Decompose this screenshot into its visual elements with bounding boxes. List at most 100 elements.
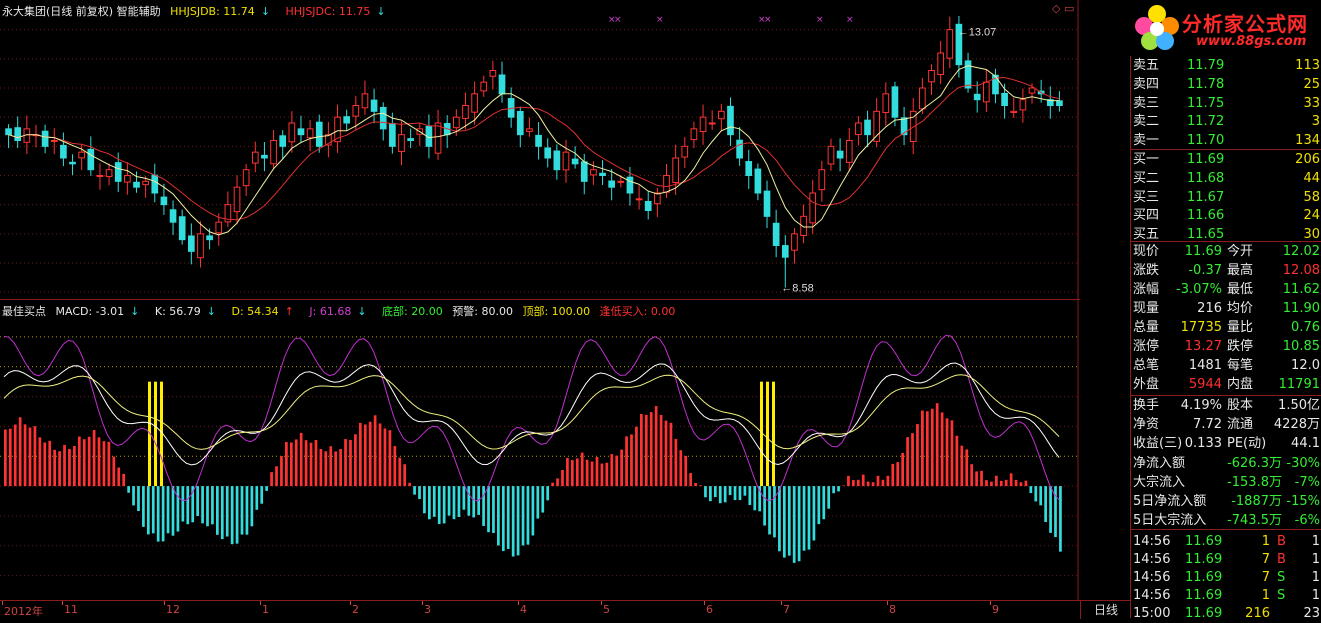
- window-control-icon[interactable]: ◇ ▭: [1052, 2, 1074, 15]
- tick-volume: 216: [1245, 606, 1270, 621]
- quote-value: 10.85: [1282, 339, 1320, 354]
- time-axis-label: 12: [166, 603, 180, 616]
- candle-body: [69, 161, 76, 165]
- order-price: 11.79: [1187, 58, 1225, 73]
- macd-bar: [896, 462, 900, 487]
- signal-marker: ×: [764, 15, 772, 25]
- time-axis-label: 7: [783, 603, 790, 616]
- macd-bar: [294, 439, 298, 487]
- candle-body: [526, 128, 533, 132]
- quote-panel: 卖五 11.79 113 卖四 11.78 25 卖三 11.75 33 卖二 11.72 3 卖一 11…: [1130, 0, 1321, 621]
- macd-bar: [763, 486, 766, 526]
- macd-bar: [1019, 482, 1023, 487]
- macd-value: MACD: -3.01 ↓: [55, 305, 140, 318]
- fund-label: PE(动): [1227, 436, 1267, 451]
- time-axis-tick: [422, 601, 423, 605]
- macd-bar: [176, 486, 180, 532]
- tick-row[interactable]: 14:56 11.69 1 S 1: [1131, 586, 1321, 605]
- candle-body: [206, 235, 213, 241]
- order-price: 11.78: [1187, 76, 1225, 92]
- indicator-chart[interactable]: 100.0080.0060.0040.0020.000.00-20.00-40.…: [0, 300, 1080, 600]
- time-axis-tick: [260, 601, 261, 605]
- candle-body: [855, 122, 862, 136]
- macd-bar: [235, 486, 239, 544]
- macd-bar: [881, 479, 885, 487]
- macd-bar: [304, 440, 308, 487]
- macd-bar: [196, 486, 199, 516]
- order-price: 11.66: [1187, 208, 1225, 224]
- macd-bar: [467, 486, 471, 516]
- macd-bar: [950, 420, 954, 487]
- macd-bar: [309, 442, 313, 487]
- tick-time: 14:56: [1133, 588, 1171, 603]
- quote-value: 12.08: [1282, 263, 1320, 278]
- price-chart-header: 永大集团(日线 前复权) 智能辅助 HHJSJDB: 11.74 ↓ HHJSJD…: [2, 3, 398, 19]
- candle-body: [197, 233, 204, 259]
- candle-body: [516, 110, 524, 136]
- warn-level: 预警: 80.00: [452, 305, 513, 318]
- flower-logo-icon: [1135, 5, 1179, 50]
- candle-body: [809, 192, 817, 224]
- fund-value: 4.19%: [1180, 398, 1222, 413]
- time-axis-label: 1: [262, 603, 269, 616]
- candle-body: [361, 93, 369, 109]
- macd-bar: [940, 412, 944, 487]
- candle-body: [87, 148, 95, 171]
- price-chart[interactable]: 13.0012.5012.0011.5011.0010.5010.009.509…: [0, 0, 1080, 300]
- tick-price: 11.69: [1185, 534, 1223, 549]
- candle-body: [452, 116, 460, 129]
- tick-side: B: [1277, 534, 1286, 549]
- macd-bar: [802, 486, 806, 551]
- period-tab-daily[interactable]: 日线: [1080, 600, 1131, 619]
- macd-bar: [1054, 486, 1057, 538]
- candle-body: [763, 190, 771, 217]
- macd-bar: [551, 482, 554, 487]
- macd-bar: [211, 486, 214, 525]
- bid-row: 买三 11.67 58: [1131, 188, 1321, 207]
- macd-bar: [965, 449, 969, 487]
- candle-body: [352, 105, 360, 117]
- quote-value: 11.90: [1282, 301, 1320, 316]
- candle-body: [964, 60, 972, 89]
- candle-body: [982, 81, 990, 103]
- logo-url[interactable]: www.88gs.com: [1196, 34, 1306, 49]
- macd-bar: [970, 464, 974, 487]
- macd-bar: [723, 486, 727, 503]
- tick-count: 1: [1311, 534, 1320, 549]
- quote-row: 现价 11.69 今开 12.02: [1131, 242, 1321, 261]
- tick-row[interactable]: 15:00 11.69 216 23: [1131, 604, 1321, 623]
- fund-value: 7.72: [1193, 417, 1222, 432]
- macd-bar: [1024, 480, 1028, 487]
- macd-bar: [630, 434, 633, 487]
- macd-bar: [452, 486, 456, 520]
- tick-count: 1: [1311, 570, 1320, 585]
- tick-row[interactable]: 14:56 11.69 1 B 1: [1131, 532, 1321, 551]
- macd-bar: [921, 410, 924, 487]
- macd-bar: [43, 442, 47, 487]
- macd-bar: [1029, 486, 1033, 494]
- candle-body: [1010, 110, 1018, 113]
- order-volume: 113: [1295, 58, 1320, 73]
- fundamental-row: 换手 4.19% 股本 1.50亿: [1131, 396, 1321, 415]
- order-price: 11.75: [1187, 95, 1225, 111]
- price-chart-bg: [0, 0, 1080, 300]
- macd-bar: [566, 457, 569, 487]
- macd-bar: [615, 455, 619, 487]
- macd-bar: [847, 475, 850, 487]
- macd-bar: [1004, 479, 1008, 487]
- macd-bar: [659, 414, 663, 487]
- tick-row[interactable]: 14:56 11.69 7 B 1: [1131, 550, 1321, 569]
- flow-label: 净流入额: [1133, 456, 1186, 471]
- candle-body: [124, 175, 131, 183]
- macd-bar: [600, 463, 604, 487]
- macd-bar: [625, 436, 628, 487]
- time-axis-label: 8: [889, 603, 896, 616]
- candle-body: [864, 119, 871, 136]
- tick-row[interactable]: 14:56 11.69 7 S 1: [1131, 568, 1321, 587]
- time-axis-label: 5: [603, 603, 610, 616]
- macd-bar: [644, 414, 648, 487]
- macd-bar: [403, 464, 407, 487]
- candle-body: [690, 128, 698, 141]
- quote-label: 涨幅: [1133, 282, 1160, 297]
- candle-body: [133, 181, 140, 188]
